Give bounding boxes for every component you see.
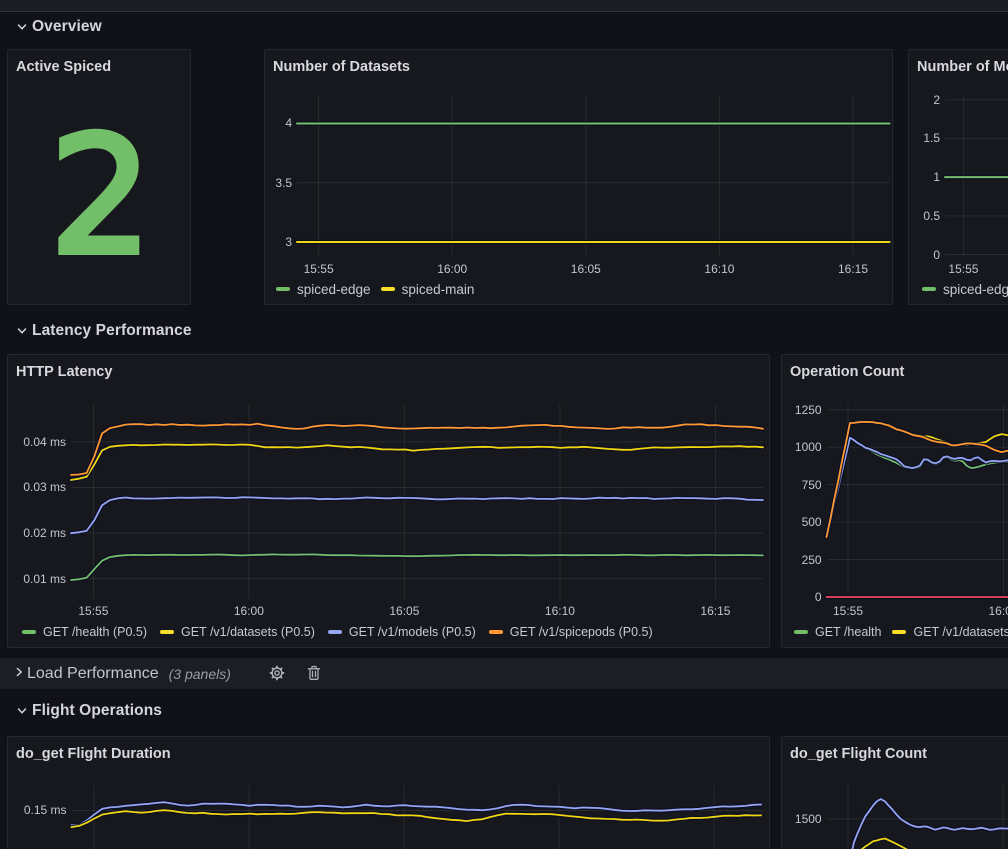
- panel-operation-count: Operation Count 12501000750500250015:551…: [781, 354, 1008, 648]
- legend-label: spiced-main: [402, 282, 475, 297]
- y-axis-tick-label: 3: [265, 235, 292, 249]
- y-axis-tick-label: 1: [909, 170, 940, 184]
- legend-item[interactable]: GET /v1/datasets: [892, 625, 1008, 639]
- x-axis-tick-label: 16:15: [823, 262, 883, 276]
- legend-swatch-icon: [892, 630, 906, 634]
- legend-label: spiced-edge: [943, 282, 1008, 297]
- row-panel-count: (3 panels): [169, 666, 231, 682]
- y-axis-tick-label: 0: [909, 248, 940, 262]
- panel-title[interactable]: Active Spiced: [16, 59, 111, 75]
- legend-item[interactable]: GET /health: [794, 625, 881, 639]
- x-axis-tick-label: 16:05: [374, 604, 434, 618]
- x-axis-tick-label: 15:55: [289, 262, 349, 276]
- y-axis-tick-label: 250: [782, 553, 822, 567]
- legend-swatch-icon: [160, 630, 174, 634]
- y-axis-tick-label: 0.15 ms: [8, 803, 67, 817]
- y-axis-tick-label: 0.01 ms: [8, 572, 66, 586]
- panel-do-get-flight-duration: do_get Flight Duration 0.15 ms15:5516:00…: [7, 736, 770, 849]
- y-axis-tick-label: 1500: [782, 812, 822, 826]
- legend-swatch-icon: [381, 287, 395, 291]
- legend-label: GET /v1/spicepods (P0.5): [510, 625, 653, 639]
- chart-area: 0.15 ms15:5516:0016:0516:1016:15: [8, 737, 769, 849]
- trash-icon[interactable]: [307, 665, 321, 681]
- legend-label: GET /health (P0.5): [43, 625, 147, 639]
- legend-swatch-icon: [22, 630, 36, 634]
- y-axis-tick-label: 0: [782, 590, 822, 604]
- y-axis-tick-label: 0.5: [909, 209, 940, 223]
- chevron-down-icon: [15, 704, 29, 718]
- legend-item[interactable]: GET /v1/datasets (P0.5): [160, 625, 315, 639]
- x-axis-tick-label: 16:10: [689, 262, 749, 276]
- y-axis-tick-label: 1000: [782, 440, 822, 454]
- y-axis-tick-label: 1250: [782, 403, 822, 417]
- legend-label: GET /v1/datasets (P0.5): [181, 625, 315, 639]
- panel-active-spiced: Active Spiced 2: [7, 49, 191, 305]
- panel-http-latency: HTTP Latency 0.04 ms0.03 ms0.02 ms0.01 m…: [7, 354, 770, 648]
- y-axis-tick-label: 3.5: [265, 176, 292, 190]
- row-header-load-performance[interactable]: Load Performance (3 panels): [0, 658, 1008, 689]
- chart-area: 4 3.5 3 15:55 16:00 16:05 16:10 16:15 spiced-edg…: [265, 50, 892, 304]
- chevron-down-icon: [15, 20, 29, 34]
- y-axis-tick-label: 0.02 ms: [8, 526, 66, 540]
- legend-item[interactable]: spiced-edge: [922, 282, 1008, 297]
- y-axis-tick-label: 2: [909, 93, 940, 107]
- legend-label: GET /v1/datasets: [913, 625, 1008, 639]
- legend-label: GET /v1/models (P0.5): [349, 625, 476, 639]
- chart-legend: spiced-edge: [922, 280, 1008, 298]
- x-axis-tick-label: 16:10: [530, 604, 590, 618]
- chart-area: 150015:5516:0016:0516:1016:15: [782, 737, 1008, 849]
- legend-item[interactable]: GET /health (P0.5): [22, 625, 147, 639]
- row-header-overview[interactable]: Overview: [15, 16, 102, 38]
- x-axis-tick-label: 16:00: [219, 604, 279, 618]
- legend-item[interactable]: spiced-main: [381, 282, 475, 297]
- y-axis-tick-label: 4: [265, 116, 292, 130]
- chart-area: 0.04 ms 0.03 ms 0.02 ms 0.01 ms 15:55 16:00 16…: [8, 355, 769, 647]
- top-bar: [0, 0, 1008, 12]
- panel-number-of-datasets: Number of Datasets 43.5315:5516:0016:051…: [264, 49, 893, 305]
- legend-swatch-icon: [489, 630, 503, 634]
- row-title: Overview: [32, 18, 102, 36]
- row-title: Flight Operations: [32, 702, 162, 720]
- x-axis-tick-label: 16:00: [974, 604, 1008, 618]
- chart-area: 12501000750500250015:5516:0016:0516:1016…: [782, 355, 1008, 647]
- y-axis-tick-label: 500: [782, 515, 822, 529]
- legend-swatch-icon: [276, 287, 290, 291]
- legend-label: spiced-edge: [297, 282, 371, 297]
- legend-item[interactable]: GET /v1/spicepods (P0.5): [489, 625, 653, 639]
- x-axis-tick-label: 16:05: [556, 262, 616, 276]
- row-title: Latency Performance: [32, 322, 192, 340]
- x-axis-tick-label: 15:55: [818, 604, 878, 618]
- chart-legend: GET /health (P0.5) GET /v1/datasets (P0.5…: [22, 623, 653, 641]
- x-axis-tick-label: 15:55: [63, 604, 123, 618]
- panel-do-get-flight-count: do_get Flight Count 150015:5516:0016:051…: [781, 736, 1008, 849]
- legend-label: GET /health: [815, 625, 881, 639]
- chart-area: 21.510.5015:5516:0016:0516:1016:15spiced…: [909, 50, 1008, 304]
- chevron-down-icon: [15, 324, 29, 338]
- row-title: Load Performance: [27, 665, 159, 683]
- gear-icon[interactable]: [269, 665, 285, 681]
- y-axis-tick-label: 1.5: [909, 131, 940, 145]
- chevron-right-icon: [13, 665, 25, 683]
- row-header-latency-performance[interactable]: Latency Performance: [15, 320, 192, 342]
- y-axis-tick-label: 0.04 ms: [8, 435, 66, 449]
- row-header-flight-operations[interactable]: Flight Operations: [15, 700, 162, 722]
- x-axis-tick-label: 16:15: [685, 604, 745, 618]
- x-axis-tick-label: 16:00: [422, 262, 482, 276]
- stat-value: 2: [10, 116, 192, 278]
- legend-item[interactable]: GET /v1/models (P0.5): [328, 625, 476, 639]
- legend-item[interactable]: spiced-edge: [276, 282, 371, 297]
- x-axis-tick-label: 15:55: [933, 262, 993, 276]
- legend-swatch-icon: [328, 630, 342, 634]
- chart-legend: GET /health GET /v1/datasets: [794, 623, 1008, 641]
- panel-number-of-models: Number of Models 21.510.5015:5516:0016:0…: [908, 49, 1008, 305]
- legend-swatch-icon: [922, 287, 936, 291]
- chart-legend: spiced-edge spiced-main: [276, 280, 474, 298]
- y-axis-tick-label: 0.03 ms: [8, 480, 66, 494]
- legend-swatch-icon: [794, 630, 808, 634]
- y-axis-tick-label: 750: [782, 478, 822, 492]
